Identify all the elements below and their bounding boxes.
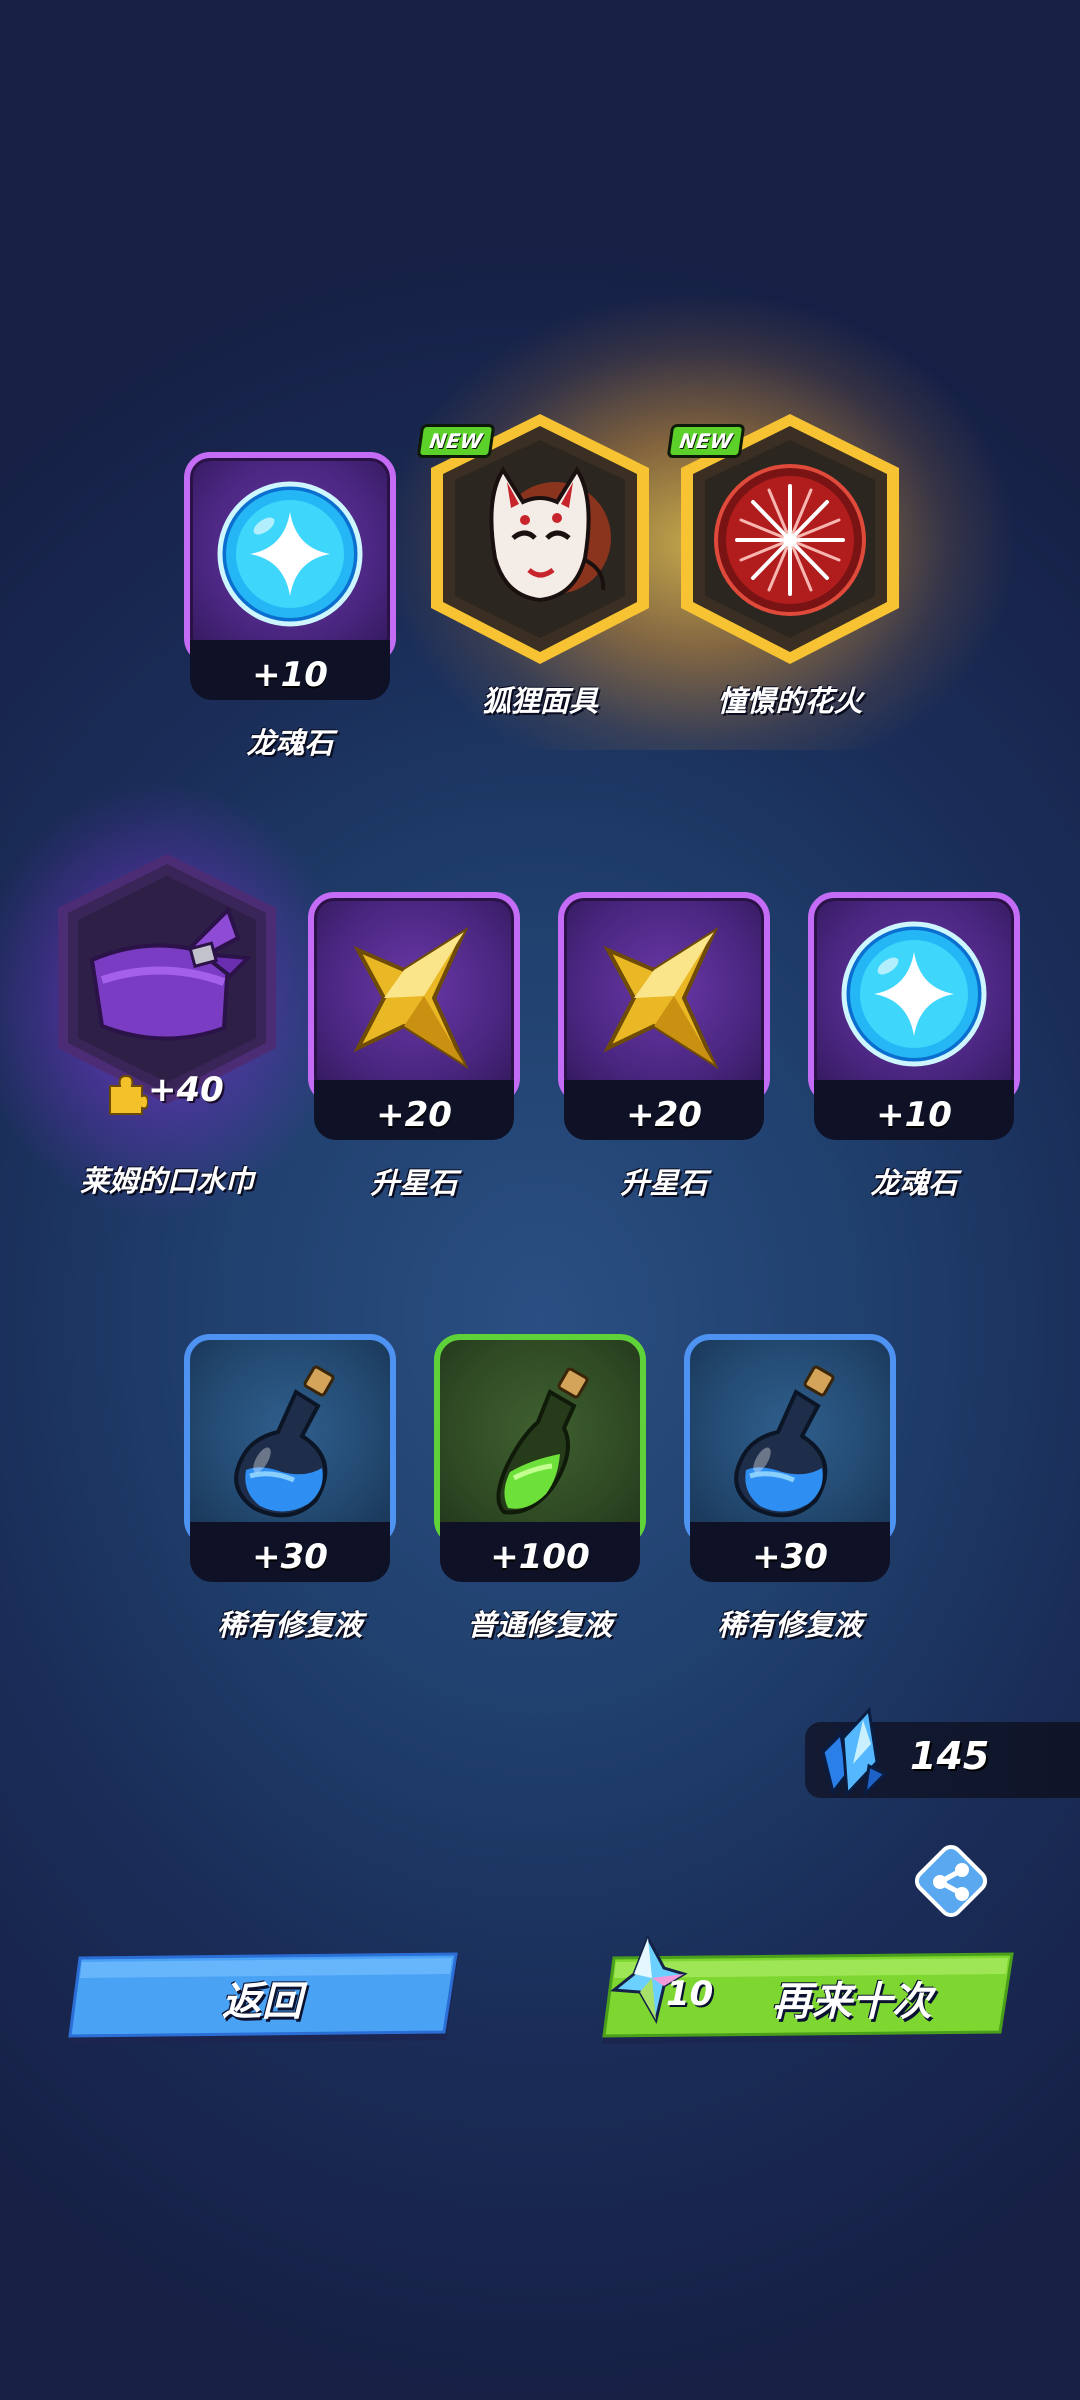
count-bar: +20 (314, 1080, 514, 1140)
reward-frame (684, 1334, 896, 1546)
reward-item[interactable]: +40 莱姆的口水巾 (52, 850, 282, 1198)
puzzle-piece-icon (109, 1074, 148, 1115)
reward-name: 狐狸面具 (481, 684, 598, 718)
reward-name: 普通修复液 (467, 1608, 613, 1642)
reward-item[interactable]: +30 稀有修复液 (184, 1334, 396, 1664)
reward-count: +30 (752, 1537, 828, 1577)
back-button[interactable]: 返回 (66, 1952, 458, 2044)
reward-item[interactable]: +30 稀有修复液 (684, 1334, 896, 1664)
reward-name: 稀有修复液 (717, 1608, 863, 1642)
gacha-result-screen: +10 龙魂石 NEW 狐狸面具 NEW 憧憬的花火 +40 莱姆的口水巾 +2… (0, 0, 1080, 2400)
reward-frame (558, 892, 770, 1104)
count-bar: +30 (190, 1522, 390, 1582)
draw-ten-again-button[interactable]: 10 再来十次 (600, 1934, 1014, 2044)
blue-potion-icon (234, 1365, 335, 1518)
count-bar: +10 (814, 1080, 1014, 1140)
new-badge-label: NEW (428, 429, 484, 453)
new-badge: NEW (666, 424, 746, 458)
green-potion-icon (496, 1367, 589, 1515)
reward-name: 憧憬的花火 (717, 684, 863, 718)
reward-name: 稀有修复液 (217, 1608, 363, 1642)
share-icon (914, 1844, 988, 1918)
reward-item[interactable]: +10 龙魂石 (808, 892, 1020, 1222)
new-badge: NEW (416, 424, 496, 458)
crystal-count: 145 (910, 1734, 990, 1778)
reward-frame (184, 452, 396, 664)
reward-item[interactable]: +100 普通修复液 (434, 1334, 646, 1664)
count-bar: +20 (564, 1080, 764, 1140)
reward-frame (808, 892, 1020, 1104)
reward-item[interactable]: +10 龙魂石 (184, 452, 396, 782)
dragon-soul-stone-icon (217, 481, 363, 627)
crystal-balance: 145 (805, 1706, 1080, 1799)
share-button[interactable] (912, 1842, 990, 1920)
back-button-label: 返回 (222, 1979, 302, 2025)
star-stone-icon (353, 926, 469, 1070)
reward-count: +20 (626, 1095, 702, 1135)
reward-frame (308, 892, 520, 1104)
reward-count: +40 (148, 1070, 224, 1110)
dragon-soul-stone-icon (841, 921, 987, 1067)
reward-name: 龙魂石 (246, 726, 334, 760)
reward-count: +10 (252, 655, 328, 695)
count-bar: +100 (440, 1522, 640, 1582)
star-stone-icon (603, 926, 719, 1070)
new-badge-label: NEW (678, 429, 734, 453)
reward-name: 升星石 (620, 1166, 708, 1200)
draw-cost: 10 (666, 1974, 714, 2014)
reward-name: 莱姆的口水巾 (79, 1164, 254, 1198)
reward-item[interactable]: NEW 憧憬的花火 (666, 410, 905, 740)
draw-again-label: 再来十次 (772, 1979, 932, 2025)
crystal-icon (821, 1706, 888, 1799)
reward-name: 龙魂石 (870, 1166, 958, 1200)
count-bar: +10 (190, 640, 390, 700)
blue-potion-icon (734, 1365, 835, 1518)
reward-frame (184, 1334, 396, 1546)
reward-item[interactable]: +20 升星石 (308, 892, 520, 1222)
reward-item[interactable]: +20 升星石 (558, 892, 770, 1222)
reward-name: 升星石 (370, 1166, 458, 1200)
reward-count: +100 (490, 1537, 590, 1577)
reward-item[interactable]: NEW 狐狸面具 (416, 410, 655, 740)
count-bar: +30 (690, 1522, 890, 1582)
reward-count: +30 (252, 1537, 328, 1577)
reward-count: +10 (876, 1095, 952, 1135)
reward-frame (434, 1334, 646, 1546)
reward-count: +20 (376, 1095, 452, 1135)
